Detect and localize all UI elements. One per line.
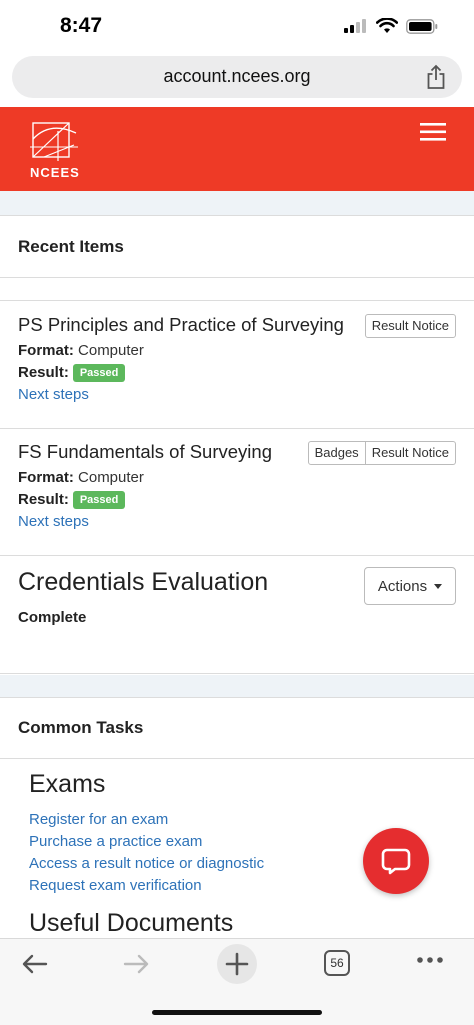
new-tab-plus-icon[interactable] (216, 943, 258, 985)
next-steps-link[interactable]: Next steps (18, 386, 89, 403)
ncees-logo-icon[interactable] (30, 117, 80, 163)
format-label: Format: (18, 469, 74, 486)
address-bar[interactable]: account.ncees.org (12, 56, 462, 98)
recent-items-panel: Recent Items (0, 215, 474, 278)
item-title: FS Fundamentals of Surveying (18, 441, 272, 462)
item-format: Format: Computer (18, 342, 144, 359)
caret-down-icon (434, 583, 443, 589)
result-notice-button[interactable]: Result Notice (364, 314, 456, 338)
item-title: PS Principles and Practice of Surveying (18, 314, 344, 335)
status-time: 8:47 (60, 14, 103, 37)
share-icon[interactable] (426, 64, 446, 90)
passed-badge: Passed (72, 364, 126, 382)
chat-bubble-icon (381, 848, 411, 875)
credentials-title: Credentials Evaluation (18, 568, 269, 596)
credentials-panel: Credentials Evaluation Actions Complete (0, 556, 474, 674)
format-value: Computer (78, 469, 144, 486)
hamburger-menu-icon[interactable] (420, 123, 446, 141)
more-options-icon[interactable] (416, 955, 444, 965)
credentials-status: Complete (18, 609, 87, 626)
recent-item-ps: PS Principles and Practice of Surveying … (0, 300, 474, 428)
common-tasks-panel: Common Tasks (0, 697, 474, 759)
spacer (0, 279, 474, 301)
purchase-practice-exam-link[interactable]: Purchase a practice exam (29, 833, 202, 850)
chat-support-button[interactable] (363, 828, 429, 894)
status-icons (344, 18, 438, 34)
page-background-strip (0, 191, 474, 215)
access-result-notice-link[interactable]: Access a result notice or diagnostic (29, 855, 264, 872)
tabs-count-button[interactable]: 56 (324, 950, 350, 976)
register-exam-link[interactable]: Register for an exam (29, 811, 168, 828)
battery-icon (406, 18, 438, 34)
back-arrow-icon[interactable] (20, 949, 50, 979)
forward-arrow-icon[interactable] (121, 949, 151, 979)
actions-label: Actions (377, 577, 428, 595)
item-button-group: Badges Result Notice (307, 441, 456, 465)
recent-items-heading: Recent Items (18, 237, 124, 256)
logo-text[interactable]: NCEES (30, 165, 80, 180)
recent-item-fs: FS Fundamentals of Surveying Badges Resu… (0, 428, 474, 556)
section-divider (0, 675, 474, 697)
result-label: Result: (18, 364, 69, 381)
item-result: Result: Passed (18, 364, 126, 382)
actions-dropdown-button[interactable]: Actions (364, 567, 456, 605)
useful-documents-heading: Useful Documents (29, 909, 234, 937)
result-notice-button[interactable]: Result Notice (365, 441, 456, 465)
result-label: Result: (18, 491, 69, 508)
status-bar: 8:47 (0, 0, 474, 52)
format-label: Format: (18, 342, 74, 359)
url-text[interactable]: account.ncees.org (12, 66, 462, 87)
exams-heading: Exams (29, 770, 106, 798)
item-format: Format: Computer (18, 469, 144, 486)
wifi-icon (376, 18, 398, 33)
item-result: Result: Passed (18, 491, 126, 509)
next-steps-link[interactable]: Next steps (18, 513, 89, 530)
cellular-signal-icon (344, 19, 366, 33)
format-value: Computer (78, 342, 144, 359)
home-indicator (152, 1010, 322, 1015)
request-exam-verification-link[interactable]: Request exam verification (29, 877, 202, 894)
common-tasks-heading: Common Tasks (18, 718, 144, 737)
passed-badge: Passed (72, 491, 126, 509)
site-header: NCEES (0, 107, 474, 191)
badges-button[interactable]: Badges (307, 441, 366, 465)
